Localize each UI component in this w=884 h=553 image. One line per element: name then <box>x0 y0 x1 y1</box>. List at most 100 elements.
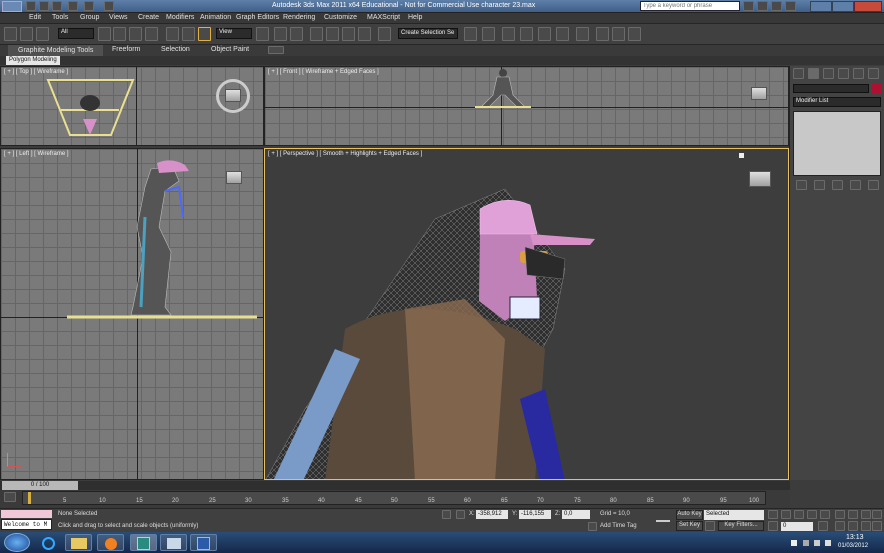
menu-help[interactable]: Help <box>408 14 422 21</box>
move-icon[interactable] <box>166 27 179 41</box>
create-tab-icon[interactable] <box>793 68 804 79</box>
graphite-toggle-icon[interactable] <box>520 27 533 41</box>
object-name-field[interactable] <box>793 84 869 93</box>
3ds-max-taskbar-icon[interactable] <box>130 534 157 551</box>
pan-icon[interactable] <box>848 521 858 531</box>
select-manipulate-icon[interactable] <box>274 27 287 41</box>
render-setup-icon[interactable] <box>596 27 609 41</box>
render-production-icon[interactable] <box>628 27 641 41</box>
redo-icon[interactable] <box>84 1 94 11</box>
auto-key-button[interactable]: Auto Key <box>676 510 703 520</box>
menu-views[interactable]: Views <box>109 14 128 21</box>
modifier-list-dropdown[interactable]: Modifier List <box>793 97 881 107</box>
rendered-frame-window-icon[interactable] <box>612 27 625 41</box>
viewcube-left[interactable] <box>226 171 242 184</box>
time-configuration-icon[interactable] <box>818 521 828 531</box>
media-player-icon[interactable] <box>97 534 124 551</box>
show-end-result-icon[interactable] <box>814 180 825 190</box>
select-by-name-icon[interactable] <box>113 27 126 41</box>
edit-named-sets-icon[interactable] <box>378 27 391 41</box>
menu-create[interactable]: Create <box>138 14 159 21</box>
undo-icon[interactable] <box>68 1 78 11</box>
viewport-left[interactable]: [ + ] [ Left ] [ Wireframe ] <box>0 148 264 480</box>
motion-tab-icon[interactable] <box>838 68 849 79</box>
new-file-icon[interactable] <box>26 1 36 11</box>
save-file-icon[interactable] <box>52 1 62 11</box>
field-of-view-icon[interactable] <box>835 521 845 531</box>
key-icon[interactable] <box>705 521 715 531</box>
viewcube-top-face[interactable] <box>225 89 241 102</box>
select-link-icon[interactable] <box>4 27 17 41</box>
favorites-star-icon[interactable] <box>771 1 782 11</box>
schematic-view-icon[interactable] <box>556 27 569 41</box>
rectangular-selection-icon[interactable] <box>129 27 142 41</box>
set-key-filter-icon[interactable] <box>656 514 670 522</box>
maxscript-mini-pink[interactable] <box>1 510 52 518</box>
tab-selection[interactable]: Selection <box>161 46 190 53</box>
y-coordinate-field[interactable]: -116,155 <box>519 510 551 519</box>
zoom-extents-icon[interactable] <box>861 510 871 519</box>
paint-icon[interactable] <box>160 534 187 551</box>
orbit-icon[interactable] <box>861 521 871 531</box>
go-to-end-icon[interactable] <box>820 510 830 519</box>
menu-modifiers[interactable]: Modifiers <box>166 14 194 21</box>
next-frame-icon[interactable] <box>807 510 817 519</box>
tray-volume-icon[interactable] <box>825 540 831 546</box>
clock-time[interactable]: 13:13 <box>846 534 864 541</box>
go-to-start-icon[interactable] <box>768 510 778 519</box>
clock-date[interactable]: 01/03/2012 <box>838 543 868 549</box>
current-frame-field[interactable]: 0 <box>781 522 813 531</box>
maximize-viewport-icon[interactable] <box>872 521 882 531</box>
help-icon[interactable] <box>785 1 796 11</box>
named-selection-dropdown[interactable]: Create Selection Se <box>398 28 458 39</box>
tab-graphite-modeling-tools[interactable]: Graphite Modeling Tools <box>8 45 104 56</box>
modify-tab-icon[interactable] <box>808 68 819 79</box>
bind-space-warp-icon[interactable] <box>36 27 49 41</box>
absolute-mode-icon[interactable] <box>456 510 465 519</box>
app-logo-icon[interactable] <box>2 1 22 12</box>
snap-toggle-icon[interactable] <box>310 27 323 41</box>
tray-network-icon[interactable] <box>814 540 820 546</box>
open-file-icon[interactable] <box>39 1 49 11</box>
unlink-icon[interactable] <box>20 27 33 41</box>
tray-arrow-icon[interactable] <box>803 540 809 546</box>
modifier-stack[interactable] <box>793 111 881 176</box>
tab-freeform[interactable]: Freeform <box>112 46 140 53</box>
menu-edit[interactable]: Edit <box>29 14 41 21</box>
menu-tools[interactable]: Tools <box>52 14 68 21</box>
layer-manager-icon[interactable] <box>502 27 515 41</box>
z-coordinate-field[interactable]: 0,0 <box>562 510 590 519</box>
keyboard-shortcut-icon[interactable] <box>290 27 303 41</box>
object-color-swatch[interactable] <box>872 84 881 93</box>
menu-group[interactable]: Group <box>80 14 99 21</box>
align-icon[interactable] <box>482 27 495 41</box>
key-mode-dropdown[interactable]: Selected <box>704 510 764 520</box>
menu-rendering[interactable]: Rendering <box>283 14 315 21</box>
viewport-front-label[interactable]: [ + ] [ Front ] [ Wireframe + Edged Face… <box>268 69 379 75</box>
x-coordinate-field[interactable]: -358,912 <box>476 510 508 519</box>
reference-coordinate-dropdown[interactable]: View <box>216 28 252 39</box>
menu-maxscript[interactable]: MAXScript <box>367 14 400 21</box>
window-crossing-icon[interactable] <box>145 27 158 41</box>
minimize-button[interactable] <box>810 1 832 12</box>
viewport-top[interactable]: [ + ] [ Top ] [ Wireframe ] <box>0 66 264 146</box>
key-filters-button[interactable]: Key Filters... <box>718 521 764 531</box>
percent-snap-icon[interactable] <box>342 27 355 41</box>
time-slider-thumb[interactable]: 0 / 100 <box>2 481 78 490</box>
selection-filter-dropdown[interactable]: All <box>58 28 94 39</box>
mirror-icon[interactable] <box>464 27 477 41</box>
curve-editor-icon[interactable] <box>538 27 551 41</box>
time-slider[interactable]: 0 / 100 <box>0 481 790 490</box>
rotate-icon[interactable] <box>182 27 195 41</box>
angle-snap-icon[interactable] <box>326 27 339 41</box>
zoom-icon[interactable] <box>835 510 845 519</box>
track-bar[interactable]: 5 10 15 20 25 30 35 40 45 50 55 60 65 70… <box>22 491 766 505</box>
maxscript-listener[interactable]: Welcome to M <box>1 519 52 530</box>
internet-explorer-icon[interactable] <box>35 534 62 551</box>
ribbon-options-icon[interactable] <box>268 46 284 54</box>
file-explorer-icon[interactable] <box>65 534 92 551</box>
pivot-center-icon[interactable] <box>256 27 269 41</box>
viewport-front[interactable]: [ + ] [ Front ] [ Wireframe + Edged Face… <box>264 66 789 146</box>
pin-stack-icon[interactable] <box>796 180 807 190</box>
tab-polygon-modeling[interactable]: Polygon Modeling <box>6 56 60 65</box>
